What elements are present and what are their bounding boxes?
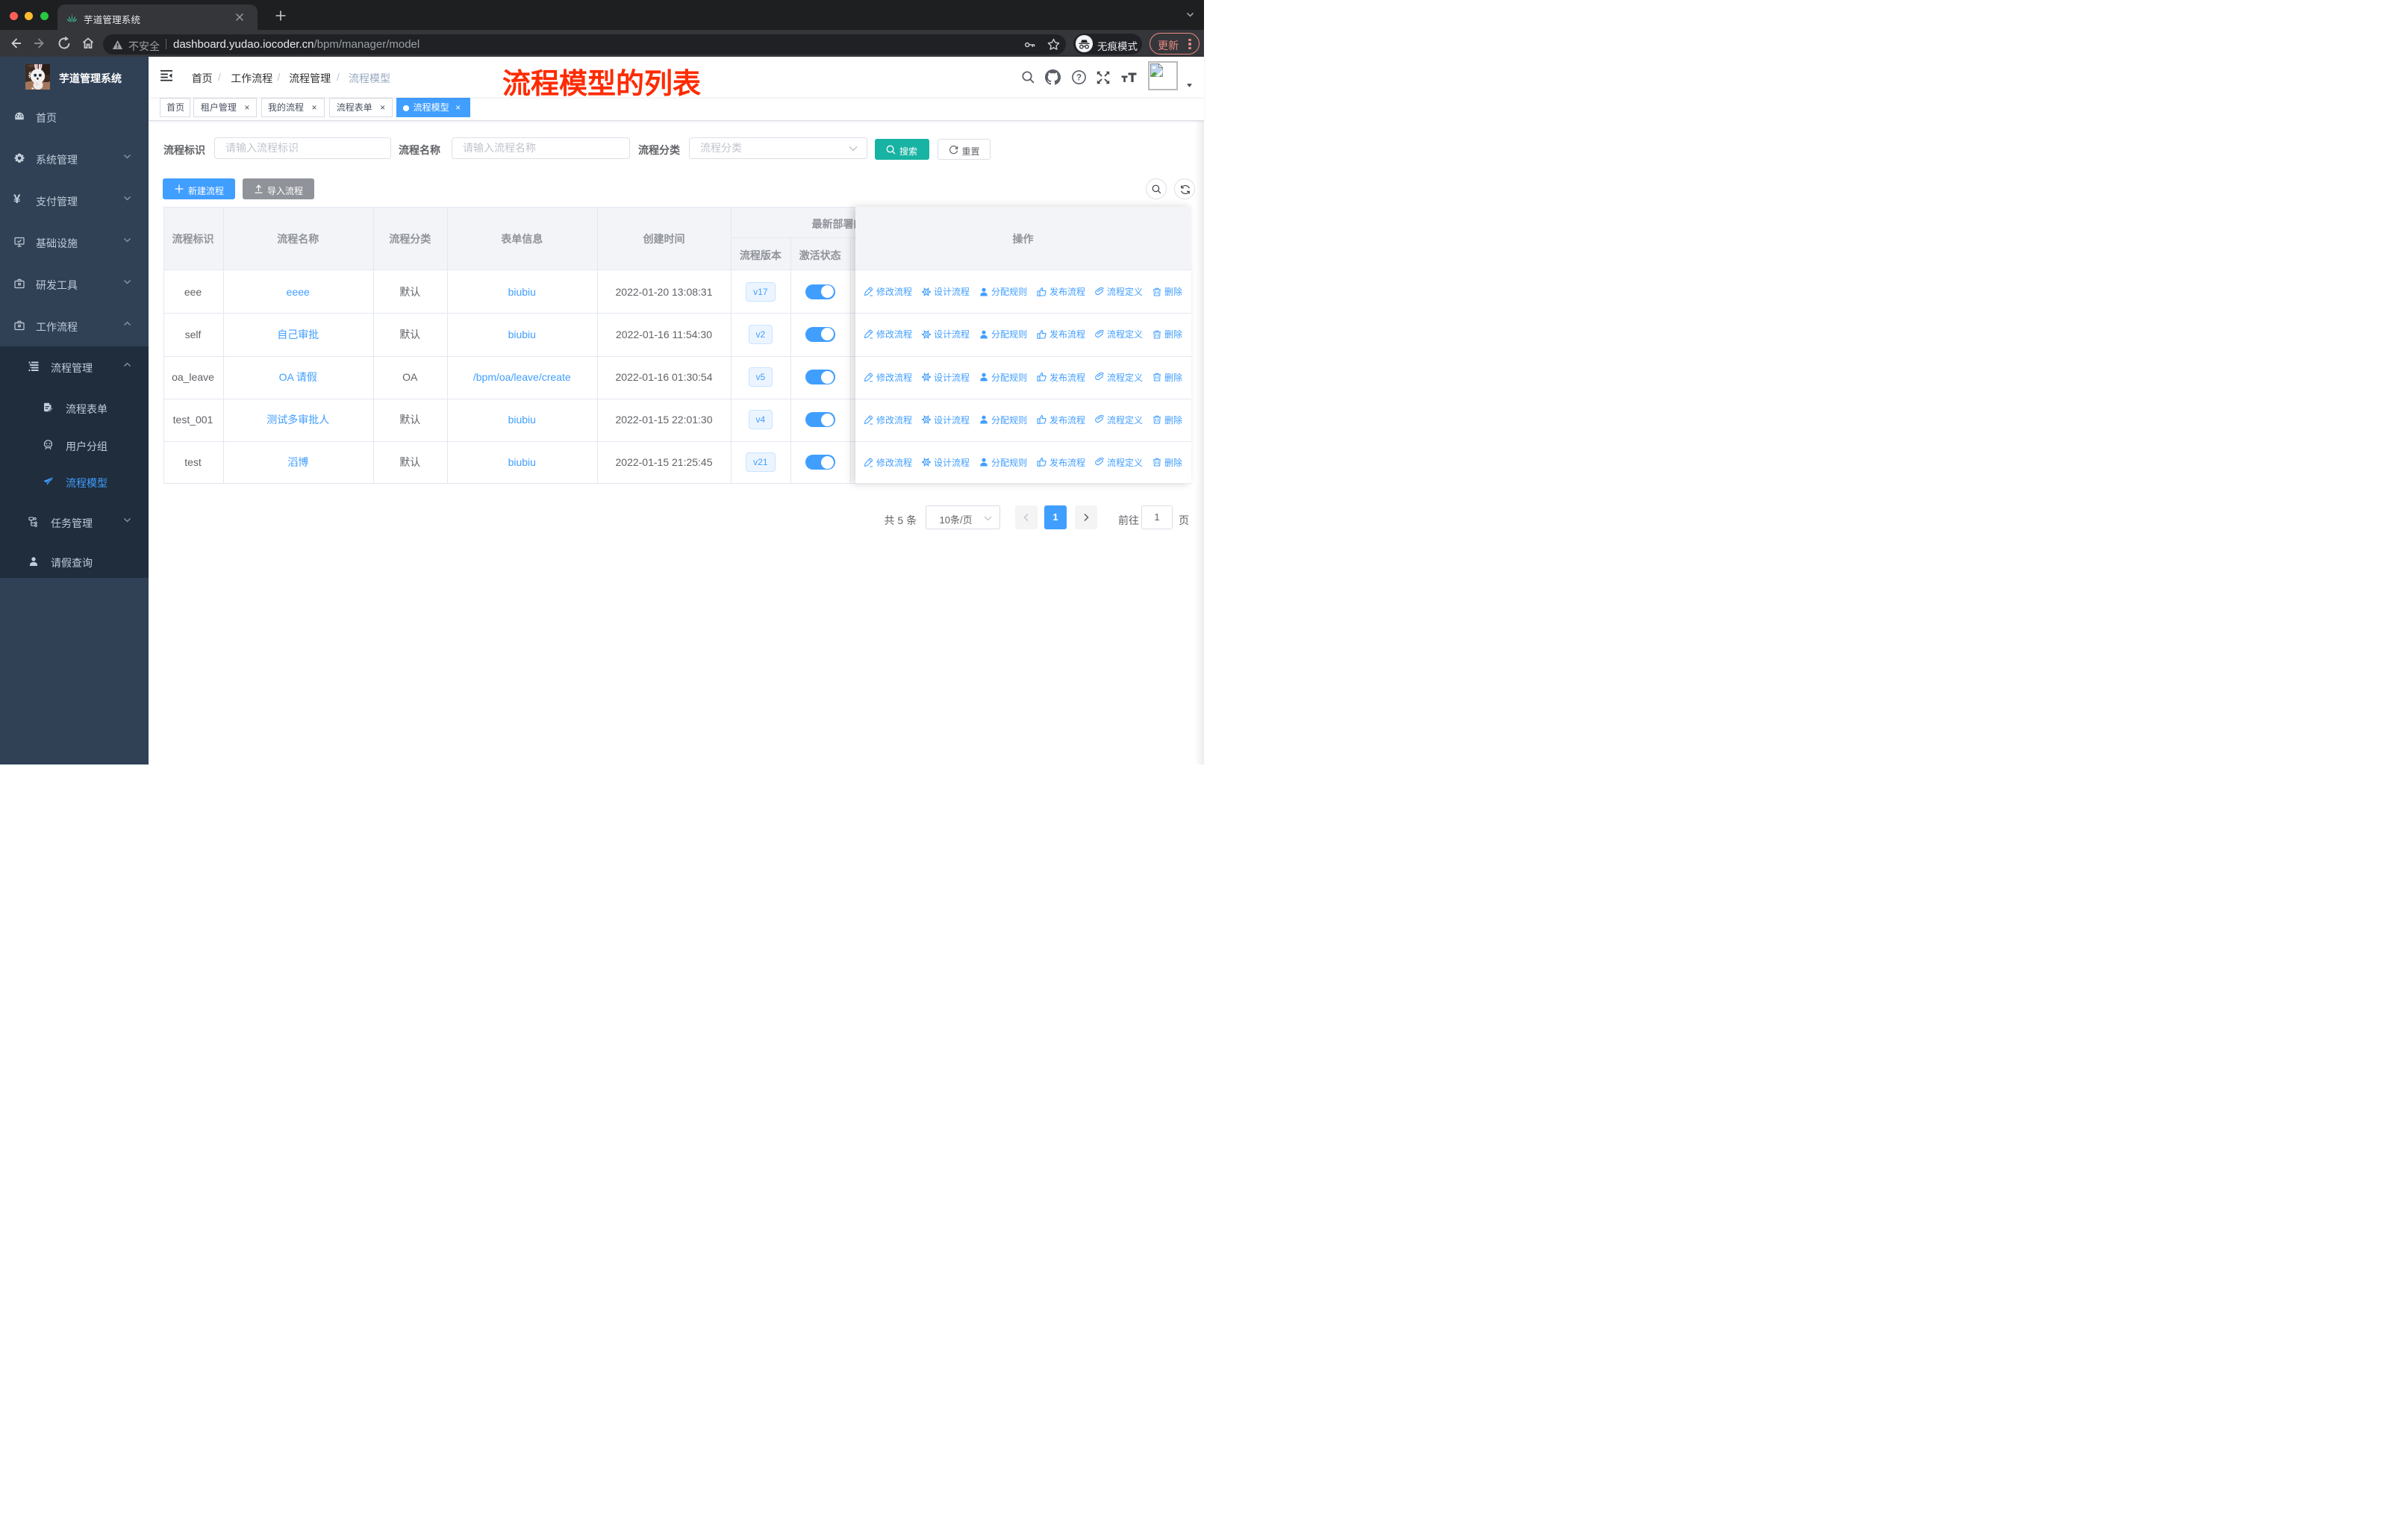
svg-text:?: ? bbox=[1076, 74, 1082, 83]
